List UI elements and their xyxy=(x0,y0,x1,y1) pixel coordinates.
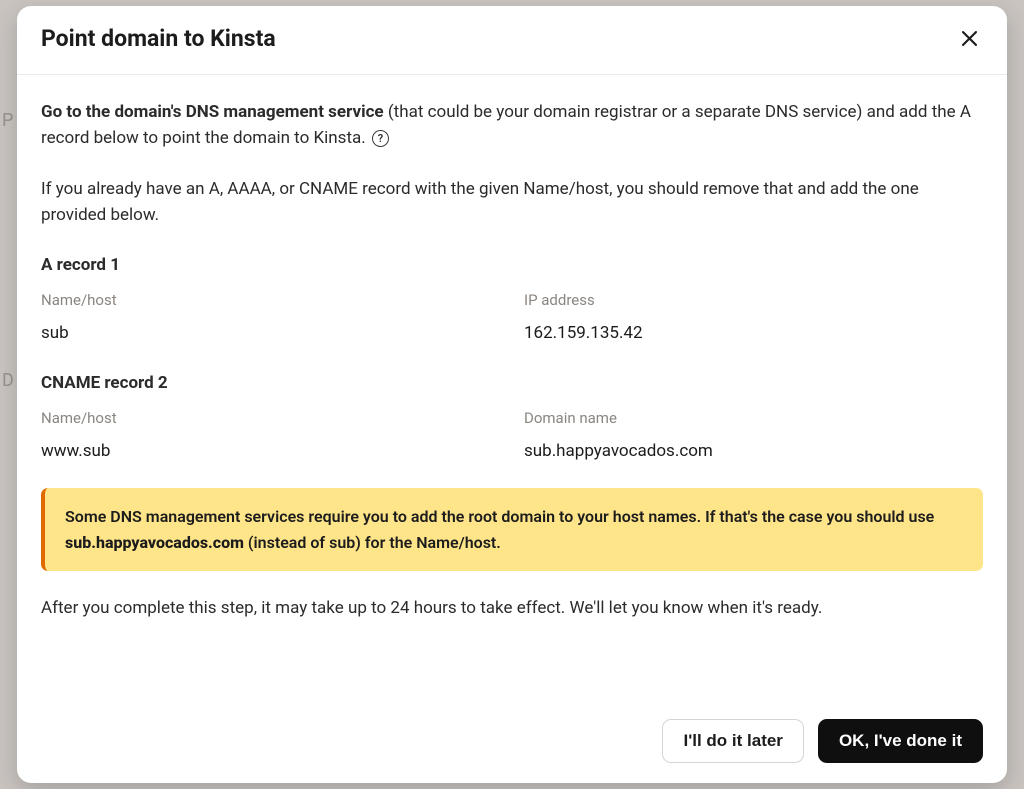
a-record-ip-col: IP address 162.159.135.42 xyxy=(524,289,983,347)
a-record-name-col: Name/host sub xyxy=(41,289,500,347)
a-record-name-label: Name/host xyxy=(41,289,500,312)
close-icon xyxy=(962,31,977,46)
a-record-ip-label: IP address xyxy=(524,289,983,312)
a-record-name-value: sub xyxy=(41,320,500,346)
notice-pre: Some DNS management services require you… xyxy=(65,507,934,526)
cname-record-domain-col: Domain name sub.happyavocados.com xyxy=(524,407,983,465)
cname-record-domain-label: Domain name xyxy=(524,407,983,430)
notice-post: (instead of sub) for the Name/host. xyxy=(244,533,501,552)
modal-footer: I'll do it later OK, I've done it xyxy=(17,703,1007,783)
close-button[interactable] xyxy=(955,24,983,52)
root-domain-notice: Some DNS management services require you… xyxy=(41,488,983,571)
after-paragraph: After you complete this step, it may tak… xyxy=(41,595,983,621)
intro-paragraph: Go to the domain's DNS management servic… xyxy=(41,99,983,152)
help-icon[interactable]: ? xyxy=(372,130,389,147)
notice-strong: sub.happyavocados.com xyxy=(65,533,244,552)
existing-record-warning: If you already have an A, AAAA, or CNAME… xyxy=(41,176,983,229)
cname-record-name-col: Name/host www.sub xyxy=(41,407,500,465)
a-record-heading: A record 1 xyxy=(41,252,983,278)
modal-body: Go to the domain's DNS management servic… xyxy=(17,75,1007,703)
do-it-later-button[interactable]: I'll do it later xyxy=(662,719,803,763)
modal-header: Point domain to Kinsta xyxy=(17,6,1007,75)
point-domain-modal: Point domain to Kinsta Go to the domain'… xyxy=(17,6,1007,783)
cname-record-grid: Name/host www.sub Domain name sub.happya… xyxy=(41,407,983,465)
a-record-grid: Name/host sub IP address 162.159.135.42 xyxy=(41,289,983,347)
cname-record-domain-value: sub.happyavocados.com xyxy=(524,438,983,464)
a-record-ip-value: 162.159.135.42 xyxy=(524,320,983,346)
cname-record-name-label: Name/host xyxy=(41,407,500,430)
cname-record-heading: CNAME record 2 xyxy=(41,370,983,396)
cname-record-name-value: www.sub xyxy=(41,438,500,464)
modal-title: Point domain to Kinsta xyxy=(41,25,276,52)
ok-done-button[interactable]: OK, I've done it xyxy=(818,719,983,763)
intro-bold: Go to the domain's DNS management servic… xyxy=(41,102,384,122)
